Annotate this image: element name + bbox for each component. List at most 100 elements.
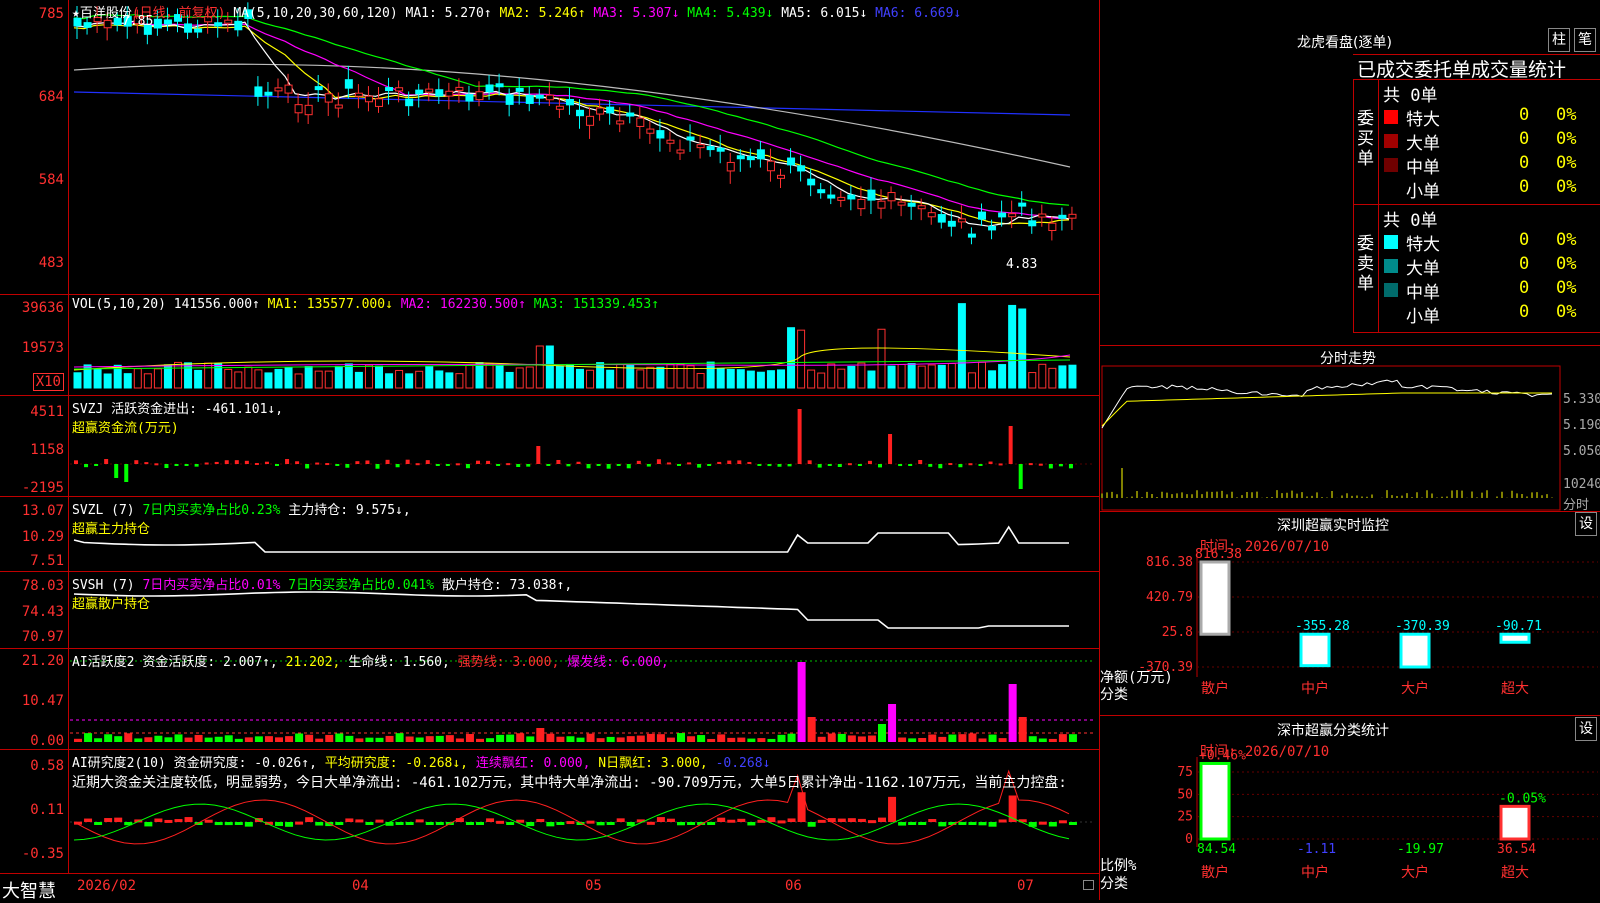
candle-body [525,95,534,104]
ai1-bar [74,738,82,742]
category-bar [1199,761,1231,841]
lock-icon[interactable] [1083,880,1094,890]
ai2-bar [867,820,876,824]
volume-bar [284,367,293,389]
volume-bar [425,366,434,389]
ai1-bar [938,736,947,742]
candle-body [334,104,343,109]
lhb-tabs[interactable]: 已成交委托单成交量统计 [1353,54,1600,82]
svzl-pane[interactable]: 13.07 10.29 7.51 SVZL (7) 7日内买卖净占比0.23% … [0,497,1099,572]
tick-mode-button[interactable]: 笔 [1574,28,1596,52]
ai2-bar [486,818,495,822]
intraday-x-label: 分时 [1563,498,1590,513]
monitor-panel[interactable]: 深圳超赢实时监控 设 时间: 2026/07/10 816.38 420.79 25… [1100,512,1600,716]
classify-chart[interactable]: 75 50 25 0 +0.46% 84.54 散户 -1.11 中户 -19.97 大户 -0.05… [1100,717,1600,900]
super-sell-swatch [1384,235,1398,249]
candle-body [867,189,876,201]
ai2-bar [224,822,233,826]
volume-bar [1018,308,1027,389]
bar-mode-button[interactable]: 柱 [1548,28,1570,52]
candle-body [354,92,363,97]
svzj-bar [275,464,279,466]
candle-body [897,201,906,206]
price-pane[interactable]: 785 684 584 483 ★百洋股份(日线，前复权) MA(5,10,20… [0,0,1099,295]
sell-side-label: 委卖单 [1357,234,1374,294]
svzj-bar [486,460,491,464]
candle-body [1008,213,1017,218]
volume-bar [244,366,253,389]
candle-body [586,115,595,126]
volume-pane[interactable]: 39636 19573 X10 VOL(5,10,20) 141556.000↑… [0,295,1099,396]
candle-body [847,194,856,200]
candle-body [515,87,524,92]
candle-body [807,178,816,186]
monitor-chart[interactable]: 816.38 420.79 25.8 -370.39 816.38 散户 -355.28 中户… [1100,512,1600,715]
volume-bar [1008,304,1017,389]
svzj-bar [114,464,119,478]
svsh-pane[interactable]: 78.03 74.43 70.97 SVSH (7) 7日内买卖净占比0.01%… [0,572,1099,649]
super-buy-swatch [1384,110,1398,124]
ma3-value: MA3: 5.307↓ [593,6,680,21]
candle-body [636,117,645,127]
svzj-bar [878,464,882,468]
ai1-bar [1048,738,1057,742]
ai2-continuous-red: 连续飘红: 0.000, [475,756,591,771]
ai1-bar [455,738,464,742]
ai1-bar [646,733,655,742]
candle-body [475,91,484,101]
svzj-pane[interactable]: 4511 1158 -2195 SVZJ 活跃资金进出: -461.101↓, … [0,396,1099,497]
svzj-bar [214,461,219,464]
volume-bar [787,327,796,389]
svzj-bar [827,464,832,466]
month-label: 04 [352,878,369,894]
ai1-bar [1028,736,1037,742]
volume-bar [304,366,313,389]
svzj-bar [616,464,621,466]
volume-bar [1048,367,1057,389]
candle-body [395,87,404,92]
ai1-bar [214,736,223,742]
ai-activity-pane[interactable]: 21.20 10.47 0.00 AI活跃度2 资金活跃度: 2.007↑, 2… [0,649,1099,750]
ai1-strong-line: 强势线: 3.000, [457,655,560,670]
ai-research-pane[interactable]: 0.58 0.11 -0.35 AI研究度2(10) 资金研究度: -0.026… [0,750,1099,873]
ai1-bar [656,734,665,742]
volume-bar [596,362,605,389]
svzj-bar [1048,464,1053,469]
svzj-bar [898,464,903,467]
candle-body [214,22,223,27]
volume-bar [294,373,303,389]
classify-panel[interactable]: 深市超赢分类统计 设 时间: 2026/07/10 75 50 25 0 +0.46% 8… [1100,717,1600,900]
svzj-bar [174,464,179,466]
candlestick-chart[interactable] [0,0,1099,294]
lhb-table: 委买单 共 0单 特大 0 0% 大单 0 0% 中单 0 0% 小单 0 0% 委卖单 共 0… [1353,79,1600,333]
intraday-chart[interactable] [1100,346,1600,511]
ai2-bar [857,818,866,822]
intraday-panel[interactable]: 分时走势 5.330 5.190 5.050 10240 分时 [1100,345,1600,513]
ai2-bar [707,822,716,825]
svzj-bar [837,464,842,467]
svzj-bar [857,464,862,466]
candle-body [435,89,444,97]
candle-body [535,94,544,99]
ai1-bar [697,735,706,742]
ma2-line [73,24,1070,225]
ai2-bar [375,819,384,823]
y-tick-label: 75 [1177,765,1193,780]
ai2-bar [656,817,665,822]
candle-body [766,160,775,172]
lhb-tab-labels[interactable]: 已成交委托单成交量统计 [1357,55,1566,82]
category-label: 大户 [1401,864,1429,881]
ai2-bar [938,822,947,827]
candle-body [364,95,373,103]
svzj-bar [867,460,872,464]
buy-section: 委买单 共 0单 特大 0 0% 大单 0 0% 中单 0 0% 小单 0 0% [1354,79,1600,205]
svzl-position: 主力持仓: 9.575↓, [288,503,411,518]
ma3-line [73,22,1070,220]
ai2-bar [646,821,655,825]
svzj-bar [516,464,521,468]
y-tick-label: 0 [1185,832,1193,847]
sell-row-medium: 中单 0 0% [1384,278,1600,303]
ai2-bar [496,820,505,824]
ai1-bar [908,738,917,742]
vol-ma2: MA2: 162230.500↑ [400,297,526,312]
